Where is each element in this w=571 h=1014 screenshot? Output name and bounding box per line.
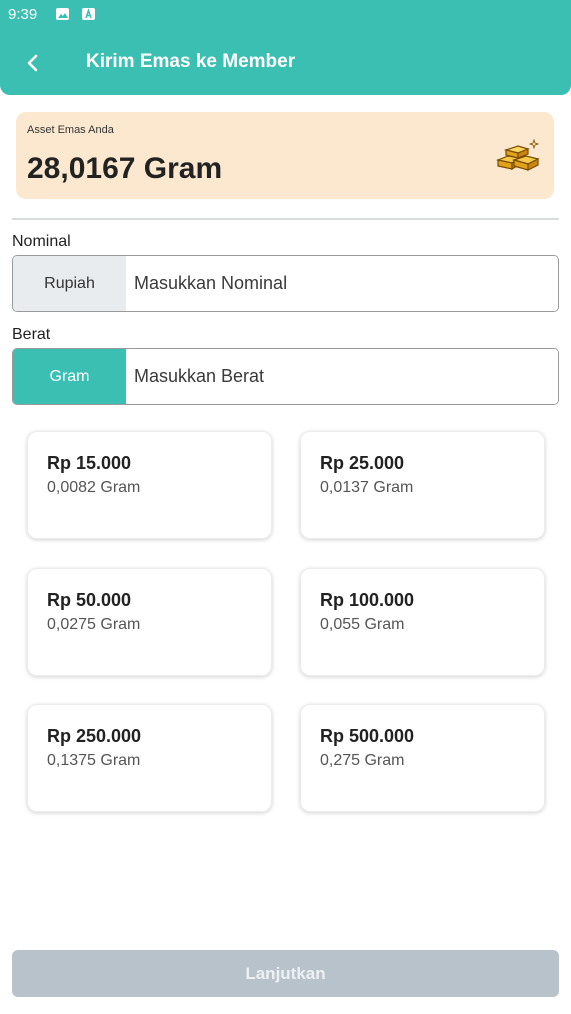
- image-icon: [56, 8, 69, 20]
- nominal-input-group: Rupiah: [12, 255, 559, 312]
- gold-bars-icon: [495, 138, 540, 171]
- option-gram: 0,1375 Gram: [47, 752, 141, 769]
- option-card[interactable]: Rp 250.000 0,1375 Gram: [27, 704, 272, 812]
- berat-input-group: Gram: [12, 348, 559, 405]
- page-title: Kirim Emas ke Member: [86, 51, 296, 72]
- option-gram: 0,055 Gram: [320, 616, 405, 633]
- option-price: Rp 250.000: [47, 726, 142, 746]
- continue-button[interactable]: Lanjutkan: [12, 950, 559, 997]
- nominal-input[interactable]: [126, 256, 558, 311]
- option-price: Rp 100.000: [320, 590, 415, 610]
- gram-prefix[interactable]: Gram: [13, 349, 126, 404]
- option-price: Rp 50.000: [47, 590, 132, 610]
- option-price: Rp 500.000: [320, 726, 415, 746]
- option-gram: 0,0275 Gram: [47, 616, 141, 633]
- chevron-left-icon: [27, 54, 38, 72]
- back-button[interactable]: [20, 50, 46, 76]
- option-card[interactable]: Rp 500.000 0,275 Gram: [300, 704, 545, 812]
- berat-label: Berat: [12, 326, 51, 343]
- option-card[interactable]: Rp 100.000 0,055 Gram: [300, 568, 545, 676]
- option-card[interactable]: Rp 15.000 0,0082 Gram: [27, 431, 272, 539]
- font-icon: [82, 8, 95, 20]
- status-time: 9:39: [8, 6, 38, 23]
- app-header: 9:39 Kirim Emas ke Member: [0, 0, 571, 95]
- option-card[interactable]: Rp 50.000 0,0275 Gram: [27, 568, 272, 676]
- asset-card: Asset Emas Anda 28,0167 Gram: [16, 112, 554, 199]
- asset-label: Asset Emas Anda: [27, 124, 114, 136]
- rupiah-prefix[interactable]: Rupiah: [13, 256, 126, 311]
- asset-value: 28,0167 Gram: [27, 152, 223, 185]
- nominal-label: Nominal: [12, 233, 71, 250]
- option-card[interactable]: Rp 25.000 0,0137 Gram: [300, 431, 545, 539]
- divider: [12, 218, 559, 220]
- berat-input[interactable]: [126, 349, 558, 404]
- option-gram: 0,0082 Gram: [47, 479, 141, 496]
- option-gram: 0,0137 Gram: [320, 479, 414, 496]
- option-gram: 0,275 Gram: [320, 752, 405, 769]
- option-price: Rp 25.000: [320, 453, 405, 473]
- option-price: Rp 15.000: [47, 453, 132, 473]
